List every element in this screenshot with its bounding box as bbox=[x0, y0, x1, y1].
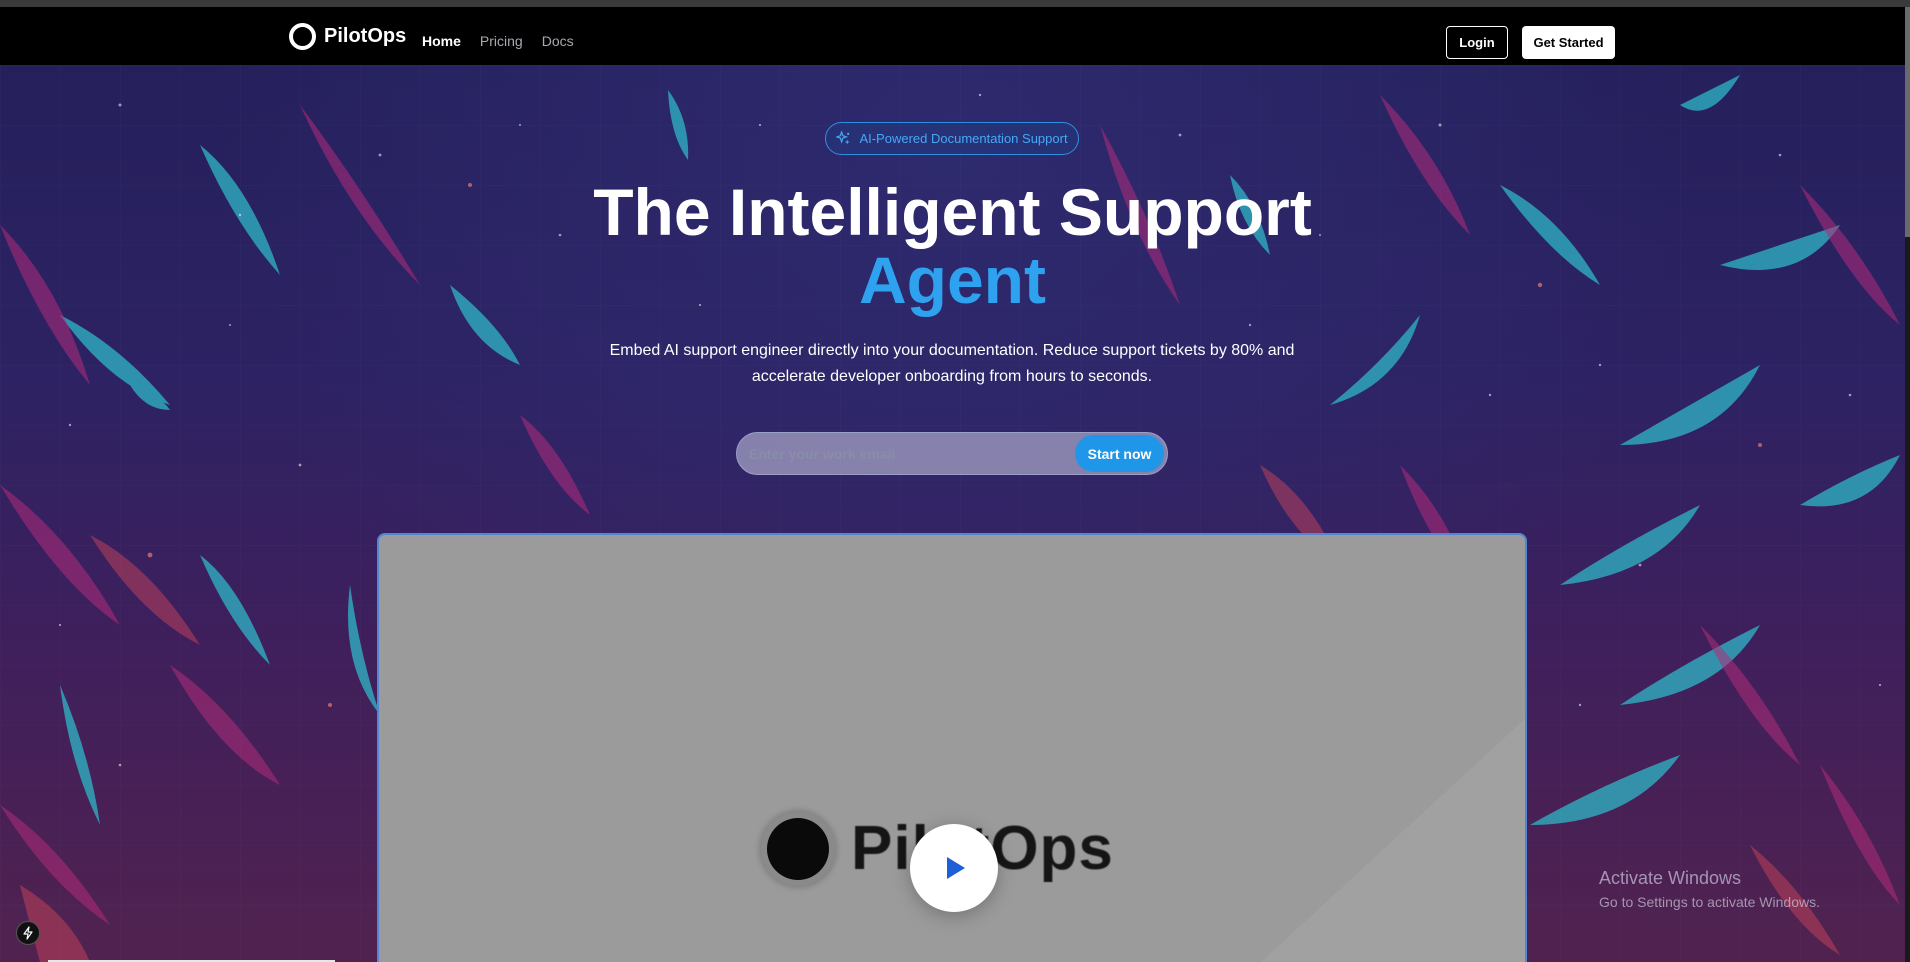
video-preview[interactable]: PilotOps bbox=[377, 533, 1527, 962]
lightning-icon bbox=[23, 926, 33, 940]
get-started-button[interactable]: Get Started bbox=[1522, 26, 1615, 59]
nav-link-pricing[interactable]: Pricing bbox=[480, 33, 523, 49]
nav-link-docs[interactable]: Docs bbox=[542, 33, 574, 49]
video-logo-icon bbox=[767, 817, 829, 880]
hero-badge-text: AI-Powered Documentation Support bbox=[859, 131, 1068, 146]
nav-link-home[interactable]: Home bbox=[422, 33, 461, 49]
logo-icon bbox=[289, 23, 316, 50]
watermark-title: Activate Windows bbox=[1599, 868, 1742, 888]
play-icon bbox=[947, 857, 965, 879]
navbar: PilotOps Home Pricing Docs Login Get Sta… bbox=[0, 7, 1910, 65]
hero-subtext: Embed AI support engineer directly into … bbox=[609, 342, 1295, 385]
sparkles-icon bbox=[836, 131, 851, 145]
login-button[interactable]: Login bbox=[1446, 26, 1508, 59]
email-signup-form: Start now bbox=[736, 432, 1168, 475]
play-button[interactable] bbox=[910, 824, 998, 912]
headline-accent: Agent bbox=[859, 243, 1046, 317]
brand[interactable]: PilotOps bbox=[289, 23, 406, 50]
browser-top-strip bbox=[0, 0, 1910, 7]
hero-badge: AI-Powered Documentation Support bbox=[825, 122, 1079, 155]
watermark-subtitle: Go to Settings to activate Windows. bbox=[1599, 894, 1820, 910]
headline-main: The Intelligent Support bbox=[593, 175, 1312, 249]
hero-headline: The Intelligent Support Agent bbox=[0, 178, 1905, 314]
nav-links: Home Pricing Docs bbox=[422, 33, 574, 49]
scrollbar-thumb[interactable] bbox=[1905, 7, 1910, 237]
dev-tools-indicator[interactable] bbox=[16, 921, 40, 945]
start-now-button[interactable]: Start now bbox=[1075, 435, 1164, 472]
email-input[interactable] bbox=[737, 433, 1075, 474]
brand-name: PilotOps bbox=[324, 25, 407, 47]
windows-activation-watermark: Activate Windows Go to Settings to activ… bbox=[1599, 868, 1820, 910]
hero-section: AI-Powered Documentation Support The Int… bbox=[0, 65, 1905, 962]
